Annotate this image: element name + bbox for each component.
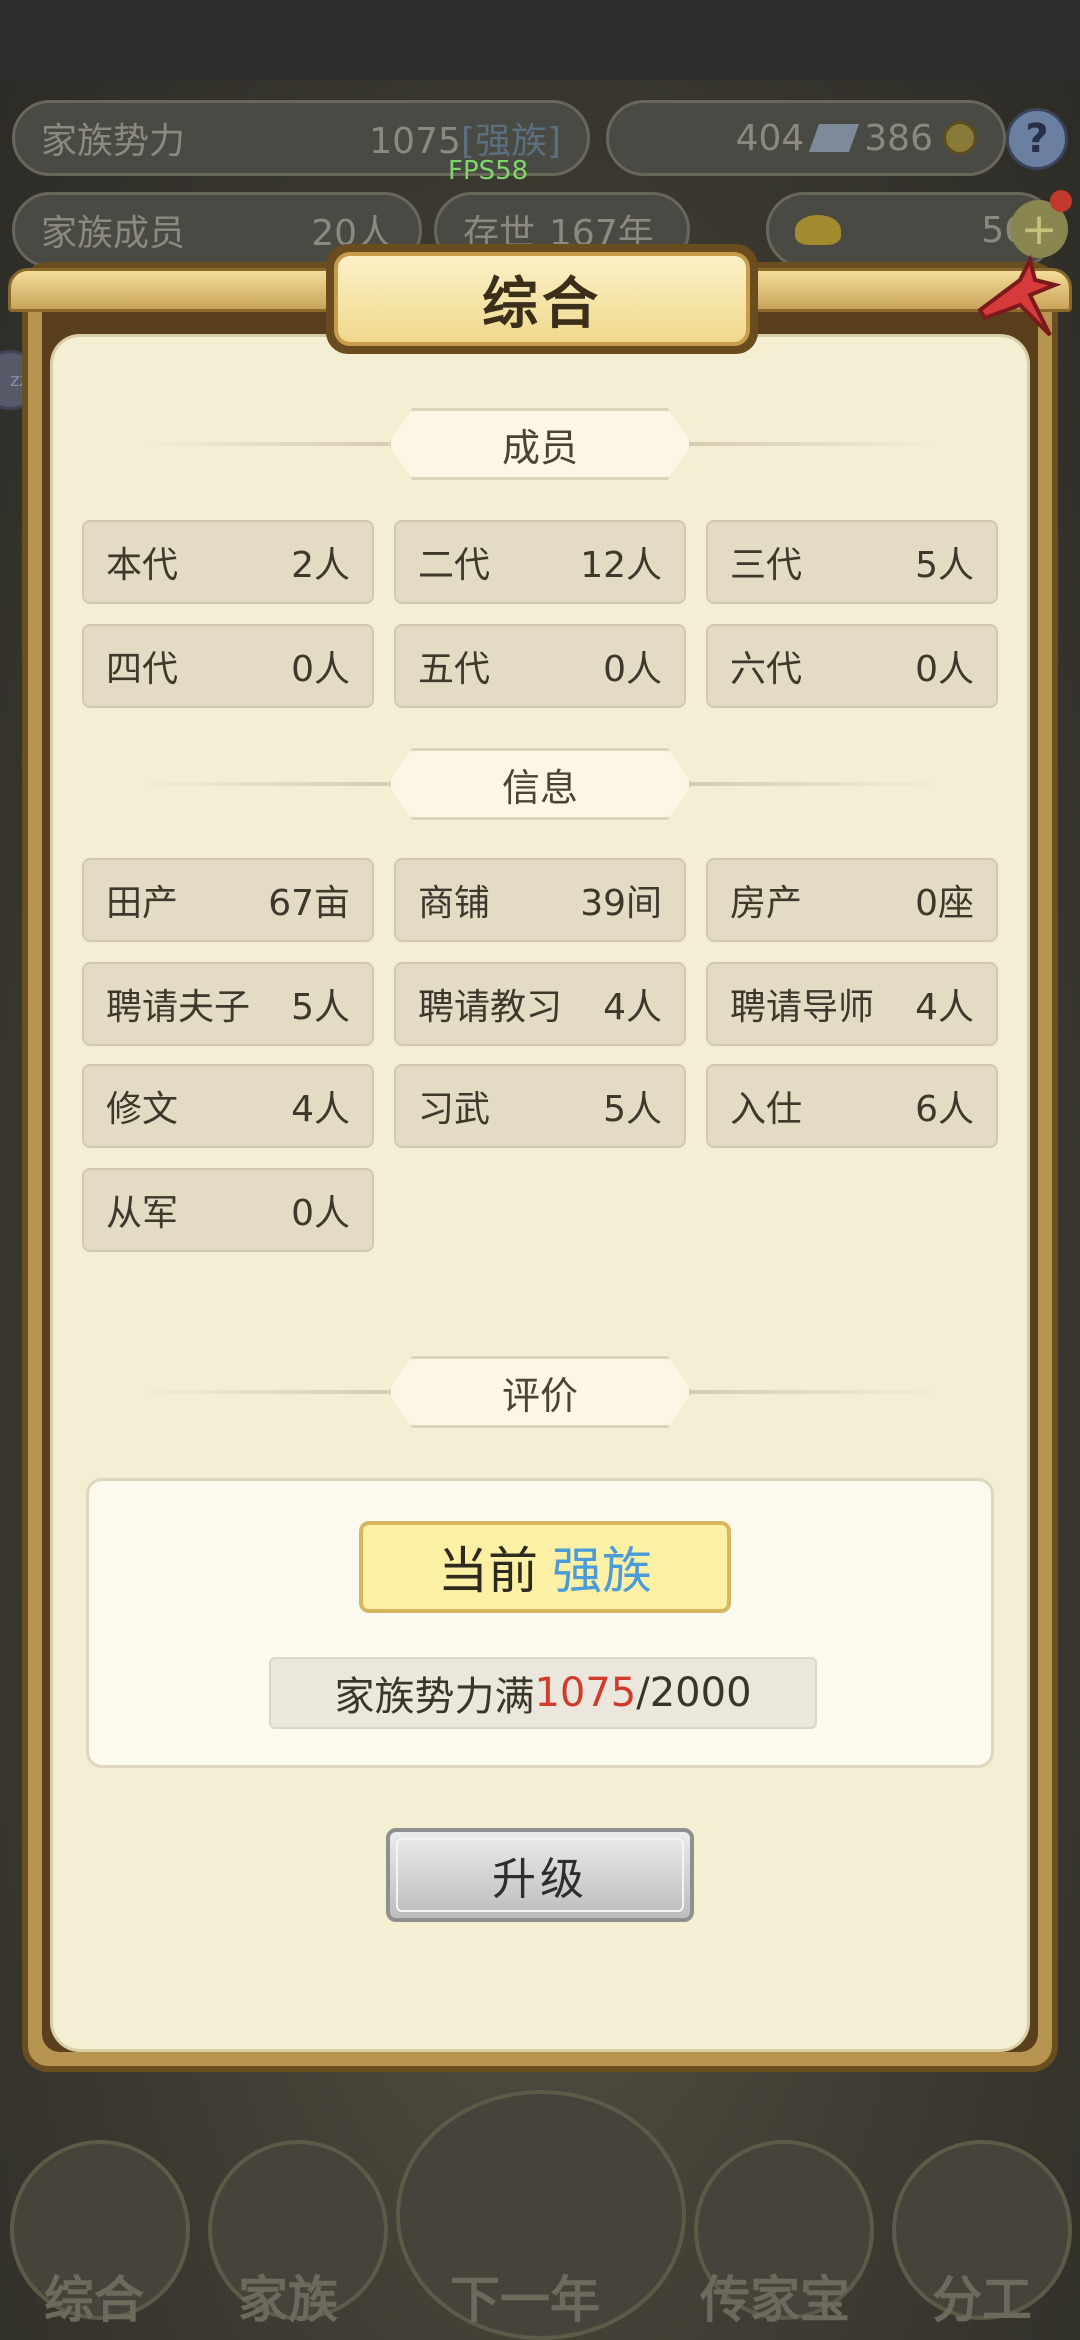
stat-value: 0座 [915, 883, 974, 924]
status-bar [0, 0, 1080, 80]
stat-value: 5人 [603, 1089, 662, 1130]
stat-cell: 商铺 39间 [394, 858, 686, 942]
nav-label-heirloom: 传家宝 [700, 2271, 850, 2329]
stat-value: 12人 [580, 545, 662, 586]
dialog-title: 综合 [334, 252, 750, 346]
nav-label-next-year: 下一年 [450, 2271, 600, 2329]
stat-cell: 五代 0人 [394, 624, 686, 708]
divider-line [690, 782, 940, 786]
stat-cell: 四代 0人 [82, 624, 374, 708]
divider-line [690, 1390, 940, 1394]
stat-cell: 本代 2人 [82, 520, 374, 604]
section-title-evaluation: 评价 [388, 1356, 692, 1428]
progress-max: /2000 [636, 1670, 752, 1716]
stat-cell: 聘请导师 4人 [706, 962, 998, 1046]
stat-label: 聘请教习 [418, 987, 563, 1028]
stat-value: 5人 [915, 545, 974, 586]
stat-value: 2人 [291, 545, 350, 586]
stat-value: 4人 [915, 987, 974, 1028]
hud-members-label: 家族成员 [41, 213, 186, 254]
stat-cell: 田产 67亩 [82, 858, 374, 942]
stat-cell: 修文 4人 [82, 1064, 374, 1148]
stat-cell: 从军 0人 [82, 1168, 374, 1252]
close-button[interactable] [960, 240, 1070, 350]
current-rank-badge: 当前 强族 [359, 1521, 731, 1613]
nav-label-family: 家族 [238, 2271, 338, 2329]
stat-label: 聘请夫子 [106, 987, 251, 1028]
upgrade-label: 升级 [492, 1854, 588, 1905]
coin-icon [943, 121, 977, 155]
stat-label: 五代 [418, 649, 491, 690]
stat-value: 0人 [291, 1193, 350, 1234]
stat-value: 0人 [603, 649, 662, 690]
hud-power-label: 家族势力 [41, 121, 186, 162]
divider-line [140, 782, 390, 786]
dialog-title-plaque: 综合 [326, 244, 758, 354]
stat-value: 4人 [291, 1089, 350, 1130]
stat-cell: 三代 5人 [706, 520, 998, 604]
stat-cell: 二代 12人 [394, 520, 686, 604]
hud-resources: 404 386 [606, 100, 1006, 176]
stat-label: 修文 [106, 1089, 179, 1130]
stat-label: 三代 [730, 545, 803, 586]
dialog-header-bar-left [8, 268, 348, 312]
divider-line [140, 442, 390, 446]
bottom-nav: 综合 家族 下一年 传家宝 分工 [0, 2090, 1080, 2340]
help-button[interactable]: ? [1006, 108, 1068, 170]
stat-label: 入仕 [730, 1089, 803, 1130]
stat-label: 本代 [106, 545, 179, 586]
progress-prefix: 家族势力满 [334, 1674, 535, 1720]
evaluation-box: 当前 强族 家族势力满 1075 /2000 [86, 1478, 994, 1768]
upgrade-button[interactable]: 升级 [386, 1828, 694, 1922]
power-progress: 家族势力满 1075 /2000 [269, 1657, 817, 1729]
stat-label: 聘请导师 [730, 987, 875, 1028]
stat-cell: 聘请夫子 5人 [82, 962, 374, 1046]
nav-label-overview: 综合 [44, 2271, 144, 2329]
stat-value: 5人 [291, 987, 350, 1028]
book-icon [809, 124, 860, 152]
notification-dot [1050, 190, 1072, 212]
section-header-evaluation: 评价 [140, 1356, 940, 1428]
current-rank-label: 当前 [438, 1542, 538, 1600]
stat-label: 商铺 [418, 883, 491, 924]
stat-value: 0人 [291, 649, 350, 690]
current-rank-value: 强族 [552, 1542, 652, 1600]
hud-resource-b: 386 [864, 117, 933, 159]
close-icon [977, 254, 1062, 337]
section-header-info: 信息 [140, 748, 940, 820]
stat-cell: 习武 5人 [394, 1064, 686, 1148]
gold-ingot-icon [795, 215, 841, 245]
fps-counter: FPS58 [448, 156, 529, 186]
stat-cell: 聘请教习 4人 [394, 962, 686, 1046]
stat-value: 4人 [603, 987, 662, 1028]
progress-current: 1075 [534, 1670, 637, 1716]
hud-resource-a: 404 [735, 117, 805, 159]
stat-label: 从军 [106, 1193, 179, 1234]
section-header-members: 成员 [140, 408, 940, 480]
stat-value: 67亩 [268, 883, 350, 924]
stat-label: 二代 [418, 545, 491, 586]
stat-cell: 六代 0人 [706, 624, 998, 708]
stat-value: 0人 [915, 649, 974, 690]
section-title-info: 信息 [388, 748, 692, 820]
stat-cell: 入仕 6人 [706, 1064, 998, 1148]
section-title-members: 成员 [388, 408, 692, 480]
divider-line [690, 442, 940, 446]
stat-label: 六代 [730, 649, 803, 690]
stat-value: 39间 [580, 883, 662, 924]
stat-label: 房产 [730, 883, 803, 924]
stat-value: 6人 [915, 1089, 974, 1130]
help-icon: ? [1025, 116, 1049, 162]
stat-cell: 房产 0座 [706, 858, 998, 942]
stat-label: 习武 [418, 1089, 491, 1130]
stat-label: 田产 [106, 883, 179, 924]
nav-label-division: 分工 [932, 2271, 1032, 2329]
divider-line [140, 1390, 390, 1394]
stat-label: 四代 [106, 649, 179, 690]
